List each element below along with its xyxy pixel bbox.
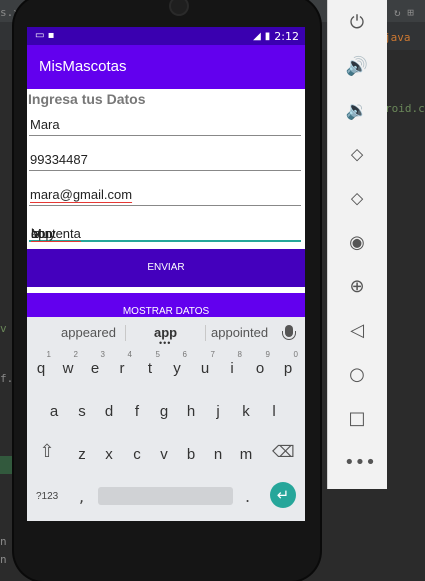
ide-code-fragment: v	[0, 322, 7, 335]
status-bar: ▭ ▪ ◢ ▮ 2:12	[27, 27, 305, 45]
more-suggestions-icon[interactable]: •••	[159, 338, 171, 348]
suggestion-bar: appeared app ••• appointed	[27, 317, 305, 348]
email-field-value: mara@gmail.com	[30, 187, 133, 202]
description-word: app	[31, 226, 53, 241]
phone-field-value: 99334487	[30, 152, 88, 167]
key-n[interactable]: n	[207, 438, 229, 472]
suggestion-left[interactable]: appeared	[61, 325, 116, 340]
ide-code-fragment: roid.c	[385, 102, 425, 115]
key-k[interactable]: k	[235, 395, 257, 429]
front-camera	[171, 0, 187, 14]
key-r[interactable]: r4	[111, 350, 133, 386]
key-m[interactable]: m	[235, 438, 257, 472]
key-h[interactable]: h	[180, 395, 202, 429]
ide-fragment: ↻ ⊞	[394, 6, 414, 19]
ide-code-fragment: n	[0, 535, 7, 548]
key-j[interactable]: j	[207, 395, 229, 429]
ide-code-fragment: n	[0, 553, 7, 566]
key-e[interactable]: e3	[84, 350, 106, 386]
key-f[interactable]: f	[126, 395, 148, 429]
space-bar[interactable]	[98, 487, 233, 505]
period-key[interactable]: .	[245, 487, 250, 506]
microphone-icon[interactable]	[282, 325, 296, 340]
overview-icon[interactable]: □	[344, 406, 370, 432]
name-field[interactable]: Mara	[29, 113, 301, 136]
emulator-toolbar: ⏻ 🔊 🔉 ⬦ ⬦ ◉ ⊕ ◁ ○ □ •••	[327, 0, 387, 489]
backspace-icon[interactable]: ⌫	[272, 442, 295, 461]
key-b[interactable]: b	[180, 438, 202, 472]
signal-icon: ◢	[253, 31, 261, 42]
key-v[interactable]: v	[153, 438, 175, 472]
suggestion-right[interactable]: appointed	[211, 325, 268, 340]
key-p[interactable]: p0	[277, 350, 299, 386]
key-g[interactable]: g	[153, 395, 175, 429]
suggestion-divider	[205, 325, 206, 341]
form-heading: Ingresa tus Datos	[28, 91, 146, 107]
rotate-right-icon[interactable]: ⬦	[344, 186, 370, 212]
key-o[interactable]: o9	[249, 350, 271, 386]
shift-key-icon[interactable]: ⇧	[37, 441, 57, 467]
key-s[interactable]: s	[71, 395, 93, 429]
enter-key-icon[interactable]: ↵	[270, 482, 296, 508]
suggestion-divider	[125, 325, 126, 341]
volume-down-icon[interactable]: 🔉	[344, 98, 370, 124]
rotate-left-icon[interactable]: ⬦	[344, 142, 370, 168]
name-field-value: Mara	[30, 117, 60, 132]
key-y[interactable]: y6	[166, 350, 188, 386]
power-icon[interactable]: ⏻	[344, 10, 370, 36]
key-i[interactable]: i8	[221, 350, 243, 386]
key-t[interactable]: t5	[139, 350, 161, 386]
symbols-key[interactable]: ?123	[36, 491, 58, 502]
ide-tab-java[interactable]: java	[384, 31, 411, 44]
battery-icon: ▮	[264, 31, 271, 42]
status-time: 2:12	[274, 30, 299, 43]
home-icon[interactable]: ○	[344, 362, 370, 388]
soft-keyboard: appeared app ••• appointed q1 w2 e3 r4 t…	[27, 317, 305, 521]
send-button[interactable]: ENVIAR	[27, 249, 305, 287]
email-field[interactable]: mara@gmail.com	[29, 183, 301, 206]
more-icon[interactable]: •••	[344, 450, 376, 476]
volume-up-icon[interactable]: 🔊	[344, 54, 370, 80]
phone-screen: ▭ ▪ ◢ ▮ 2:12 MisMascotas Ingresa tus Dat…	[27, 27, 305, 521]
phone-field[interactable]: 99334487	[29, 148, 301, 171]
show-data-button[interactable]: MOSTRAR DATOS	[27, 293, 305, 319]
comma-key[interactable]: ,	[79, 487, 84, 506]
notification-icons: ▭ ▪	[35, 30, 55, 41]
camera-icon[interactable]: ◉	[344, 230, 370, 256]
key-c[interactable]: c	[126, 438, 148, 472]
key-q[interactable]: q1	[30, 350, 52, 386]
key-a[interactable]: a	[43, 395, 65, 429]
key-z[interactable]: z	[71, 438, 93, 472]
back-icon[interactable]: ◁	[344, 318, 370, 344]
zoom-icon[interactable]: ⊕	[344, 274, 370, 300]
key-x[interactable]: x	[98, 438, 120, 472]
app-title: MisMascotas	[39, 58, 127, 75]
key-d[interactable]: d	[98, 395, 120, 429]
app-bar: MisMascotas	[27, 45, 305, 89]
key-u[interactable]: u7	[194, 350, 216, 386]
key-l[interactable]: l	[263, 395, 285, 429]
key-w[interactable]: w2	[57, 350, 79, 386]
description-field[interactable]: Muy contenta con la app	[29, 218, 301, 242]
